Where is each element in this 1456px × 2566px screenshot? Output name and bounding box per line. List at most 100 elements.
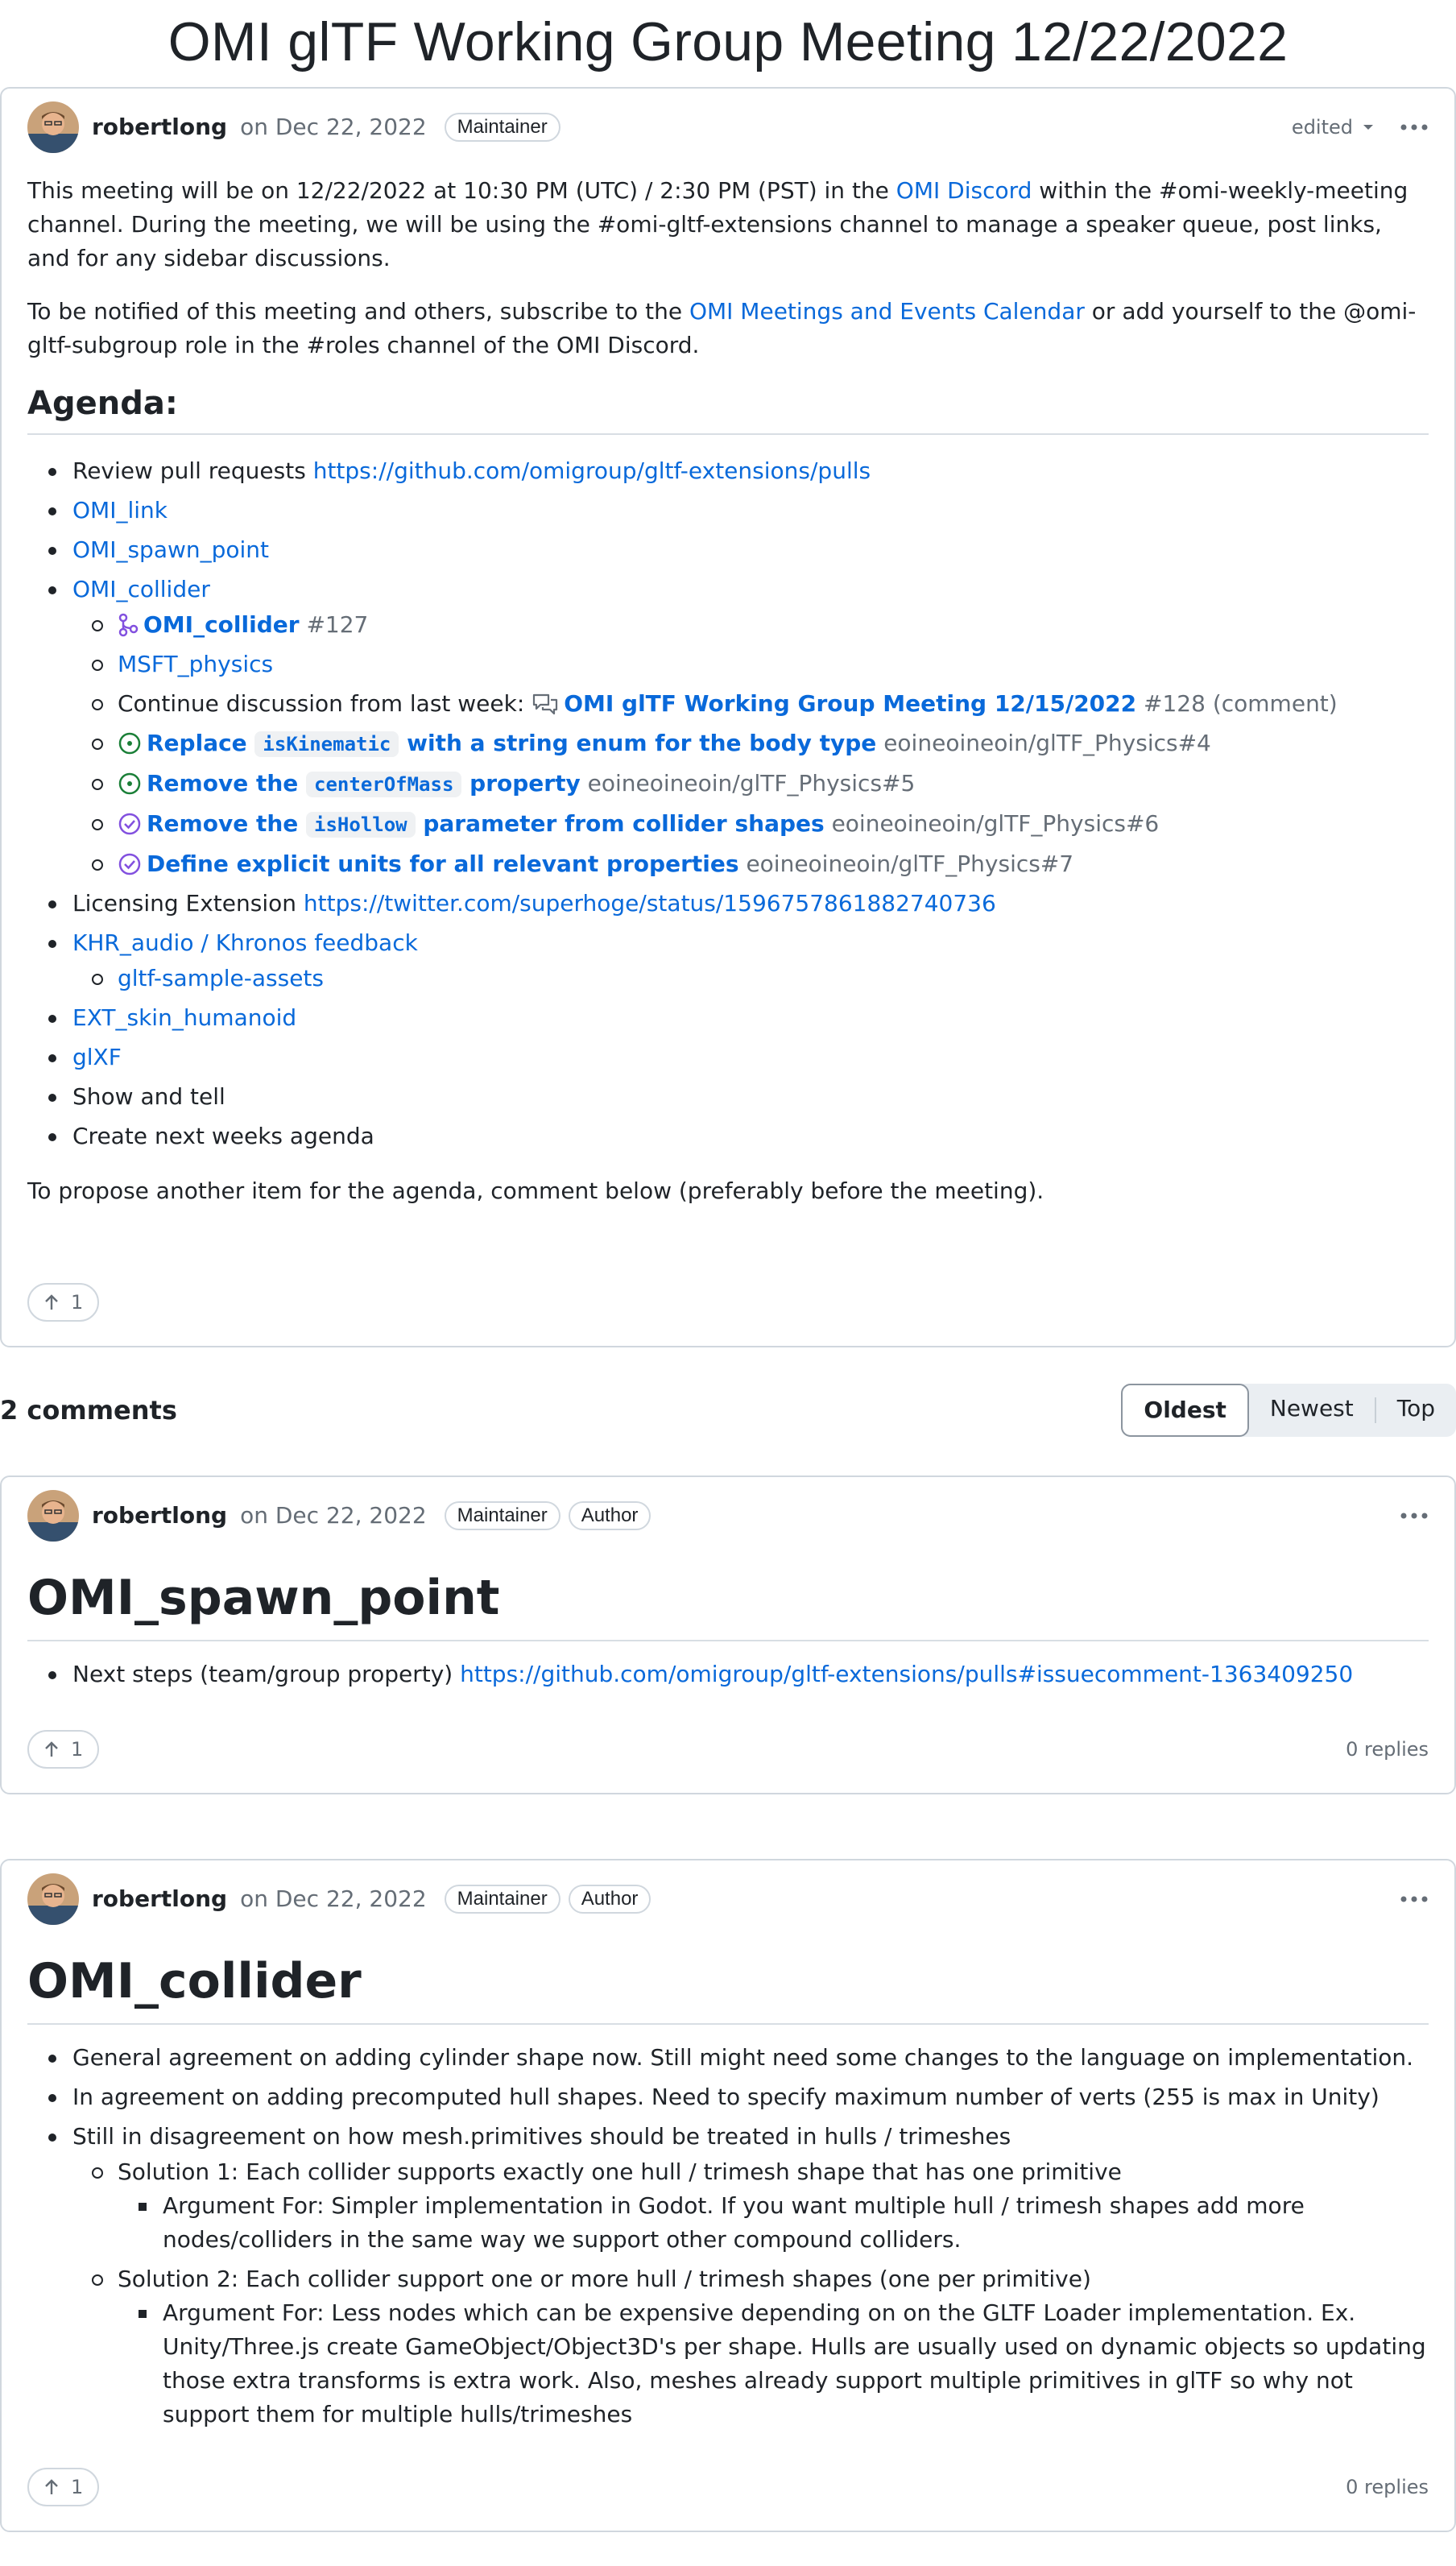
issue-open-icon xyxy=(118,732,141,755)
sort-newest-button[interactable]: Newest xyxy=(1249,1384,1375,1437)
list-item: OMI_collider OMI_collider #127 MSFT_phys… xyxy=(27,573,1429,881)
intro-paragraph-2: To be notified of this meeting and other… xyxy=(27,298,1417,358)
maintainer-badge: Maintainer xyxy=(444,1501,560,1530)
list-item: Next steps (team/group property) https:/… xyxy=(27,1658,1429,1691)
replies-count[interactable]: 0 replies xyxy=(1346,1735,1429,1764)
issue-ref: eoineoineoin/glTF_Physics#7 xyxy=(746,851,1074,877)
list-item: Remove the centerOfMass property eoineoi… xyxy=(72,767,1429,801)
comment-date[interactable]: on Dec 22, 2022 xyxy=(240,1882,427,1916)
vote-count: 1 xyxy=(71,1291,84,1314)
comment-card: robertlong on Dec 22, 2022 Maintainer Au… xyxy=(0,1475,1456,1794)
issue-ref: eoineoineoin/glTF_Physics#6 xyxy=(831,810,1160,837)
kebab-icon[interactable] xyxy=(1400,123,1429,131)
list-item: EXT_skin_humanoid xyxy=(27,1001,1429,1035)
comments-count: 2 comments xyxy=(0,1395,177,1426)
intro-paragraph-1: This meeting will be on 12/22/2022 at 10… xyxy=(27,177,1408,271)
post-body: This meeting will be on 12/22/2022 at 10… xyxy=(2,174,1454,1208)
agenda-list: Review pull requests https://github.com/… xyxy=(27,454,1429,1153)
issue-link[interactable]: Define explicit units for all relevant p… xyxy=(147,851,739,877)
issue-link[interactable]: Remove the centerOfMass property xyxy=(147,770,581,797)
comment-body: OMI_collider General agreement on adding… xyxy=(2,1951,1454,2431)
pull-request-icon xyxy=(118,613,139,637)
avatar[interactable] xyxy=(27,1490,79,1542)
khr-audio-link[interactable]: KHR_audio / Khronos feedback xyxy=(72,929,418,956)
arrow-up-icon xyxy=(45,1741,58,1757)
list-item: OMI_spawn_point xyxy=(27,533,1429,567)
sort-top-button[interactable]: Top xyxy=(1376,1384,1456,1437)
list-item: General agreement on adding cylinder sha… xyxy=(27,2041,1429,2075)
kebab-icon[interactable] xyxy=(1400,1895,1429,1903)
author-name[interactable]: robertlong xyxy=(92,110,227,144)
comments-header: 2 comments Oldest Newest Top xyxy=(0,1384,1456,1437)
arrow-up-icon xyxy=(45,1294,58,1310)
list-item: Remove the isHollow parameter from colli… xyxy=(72,807,1429,842)
collider-pr-link[interactable]: OMI_collider xyxy=(143,611,300,638)
ext-skin-humanoid-link[interactable]: EXT_skin_humanoid xyxy=(72,1004,296,1031)
list-item: glXF xyxy=(27,1041,1429,1074)
vote-count: 1 xyxy=(71,2476,84,2498)
issue-link[interactable]: Replace isKinematic with a string enum f… xyxy=(147,730,876,757)
list-item: KHR_audio / Khronos feedback gltf-sample… xyxy=(27,926,1429,995)
maintainer-badge: Maintainer xyxy=(444,113,560,142)
list-item: gltf-sample-assets xyxy=(72,962,1429,995)
comment-title: OMI_spawn_point xyxy=(27,1567,1429,1641)
kebab-icon[interactable] xyxy=(1400,1512,1429,1520)
author-name[interactable]: robertlong xyxy=(92,1499,227,1533)
list-item: Licensing Extension https://twitter.com/… xyxy=(27,887,1429,921)
author-badge: Author xyxy=(568,1885,651,1914)
replies-count[interactable]: 0 replies xyxy=(1346,2473,1429,2502)
maintainer-badge: Maintainer xyxy=(444,1885,560,1914)
msft-physics-link[interactable]: MSFT_physics xyxy=(118,651,273,677)
list-item: OMI_link xyxy=(27,494,1429,528)
issue-comment-link[interactable]: https://github.com/omigroup/gltf-extensi… xyxy=(460,1661,1353,1687)
list-item: Show and tell xyxy=(27,1080,1429,1114)
arrow-up-icon xyxy=(45,2479,58,2494)
list-item: Argument For: Less nodes which can be ex… xyxy=(118,2296,1429,2431)
post-date[interactable]: on Dec 22, 2022 xyxy=(240,110,427,144)
author-name[interactable]: robertlong xyxy=(92,1882,227,1916)
avatar[interactable] xyxy=(27,1873,79,1925)
upvote-button[interactable]: 1 xyxy=(27,2468,100,2506)
omi-collider-link[interactable]: OMI_collider xyxy=(72,576,210,602)
list-item: Define explicit units for all relevant p… xyxy=(72,847,1429,881)
glxf-link[interactable]: glXF xyxy=(72,1044,122,1070)
issue-link[interactable]: Remove the isHollow parameter from colli… xyxy=(147,810,825,838)
comment-header: robertlong on Dec 22, 2022 Maintainer Au… xyxy=(2,1487,1454,1545)
gltf-sample-assets-link[interactable]: gltf-sample-assets xyxy=(118,965,324,991)
upvote-button[interactable]: 1 xyxy=(27,1283,100,1322)
omi-link-link[interactable]: OMI_link xyxy=(72,497,168,524)
outro-paragraph: To propose another item for the agenda, … xyxy=(27,1177,1044,1204)
pull-requests-link[interactable]: https://github.com/omigroup/gltf-extensi… xyxy=(313,457,871,484)
list-item: Create next weeks agenda xyxy=(27,1120,1429,1153)
comment-title: OMI_collider xyxy=(27,1951,1429,2025)
list-item: Solution 1: Each collider supports exact… xyxy=(72,2155,1429,2257)
list-item: Replace isKinematic with a string enum f… xyxy=(72,726,1429,761)
list-item: Solution 2: Each collider support one or… xyxy=(72,2262,1429,2431)
author-badge: Author xyxy=(568,1501,651,1530)
list-item: MSFT_physics xyxy=(72,648,1429,681)
avatar[interactable] xyxy=(27,101,79,153)
issue-ref: eoineoineoin/glTF_Physics#4 xyxy=(883,730,1211,756)
sort-oldest-button[interactable]: Oldest xyxy=(1121,1384,1249,1437)
collider-pr-number: #127 xyxy=(306,611,369,638)
previous-meeting-link[interactable]: OMI glTF Working Group Meeting 12/15/202… xyxy=(564,690,1136,717)
comment-header: robertlong on Dec 22, 2022 Maintainer Au… xyxy=(2,1870,1454,1928)
page-title: OMI glTF Working Group Meeting 12/22/202… xyxy=(168,11,1288,72)
licensing-link[interactable]: https://twitter.com/superhoge/status/159… xyxy=(304,890,996,917)
list-item: Continue discussion from last week: OMI … xyxy=(72,687,1429,721)
post-header: robertlong on Dec 22, 2022 Maintainer ed… xyxy=(2,98,1454,156)
issue-open-icon xyxy=(118,772,141,795)
edited-label: edited xyxy=(1291,116,1353,139)
list-item: In agreement on adding precomputed hull … xyxy=(27,2080,1429,2114)
agenda-heading: Agenda: xyxy=(27,383,1429,435)
comment-date[interactable]: on Dec 22, 2022 xyxy=(240,1499,427,1533)
list-item: Still in disagreement on how mesh.primit… xyxy=(27,2120,1429,2431)
omi-discord-link[interactable]: OMI Discord xyxy=(896,177,1032,204)
omi-spawn-point-link[interactable]: OMI_spawn_point xyxy=(72,536,269,563)
calendar-link[interactable]: OMI Meetings and Events Calendar xyxy=(689,298,1085,325)
upvote-button[interactable]: 1 xyxy=(27,1730,100,1769)
issue-closed-icon xyxy=(118,853,141,875)
list-item: Review pull requests https://github.com/… xyxy=(27,454,1429,488)
edited-dropdown[interactable]: edited xyxy=(1292,113,1374,142)
discussion-post: robertlong on Dec 22, 2022 Maintainer ed… xyxy=(0,87,1456,1347)
